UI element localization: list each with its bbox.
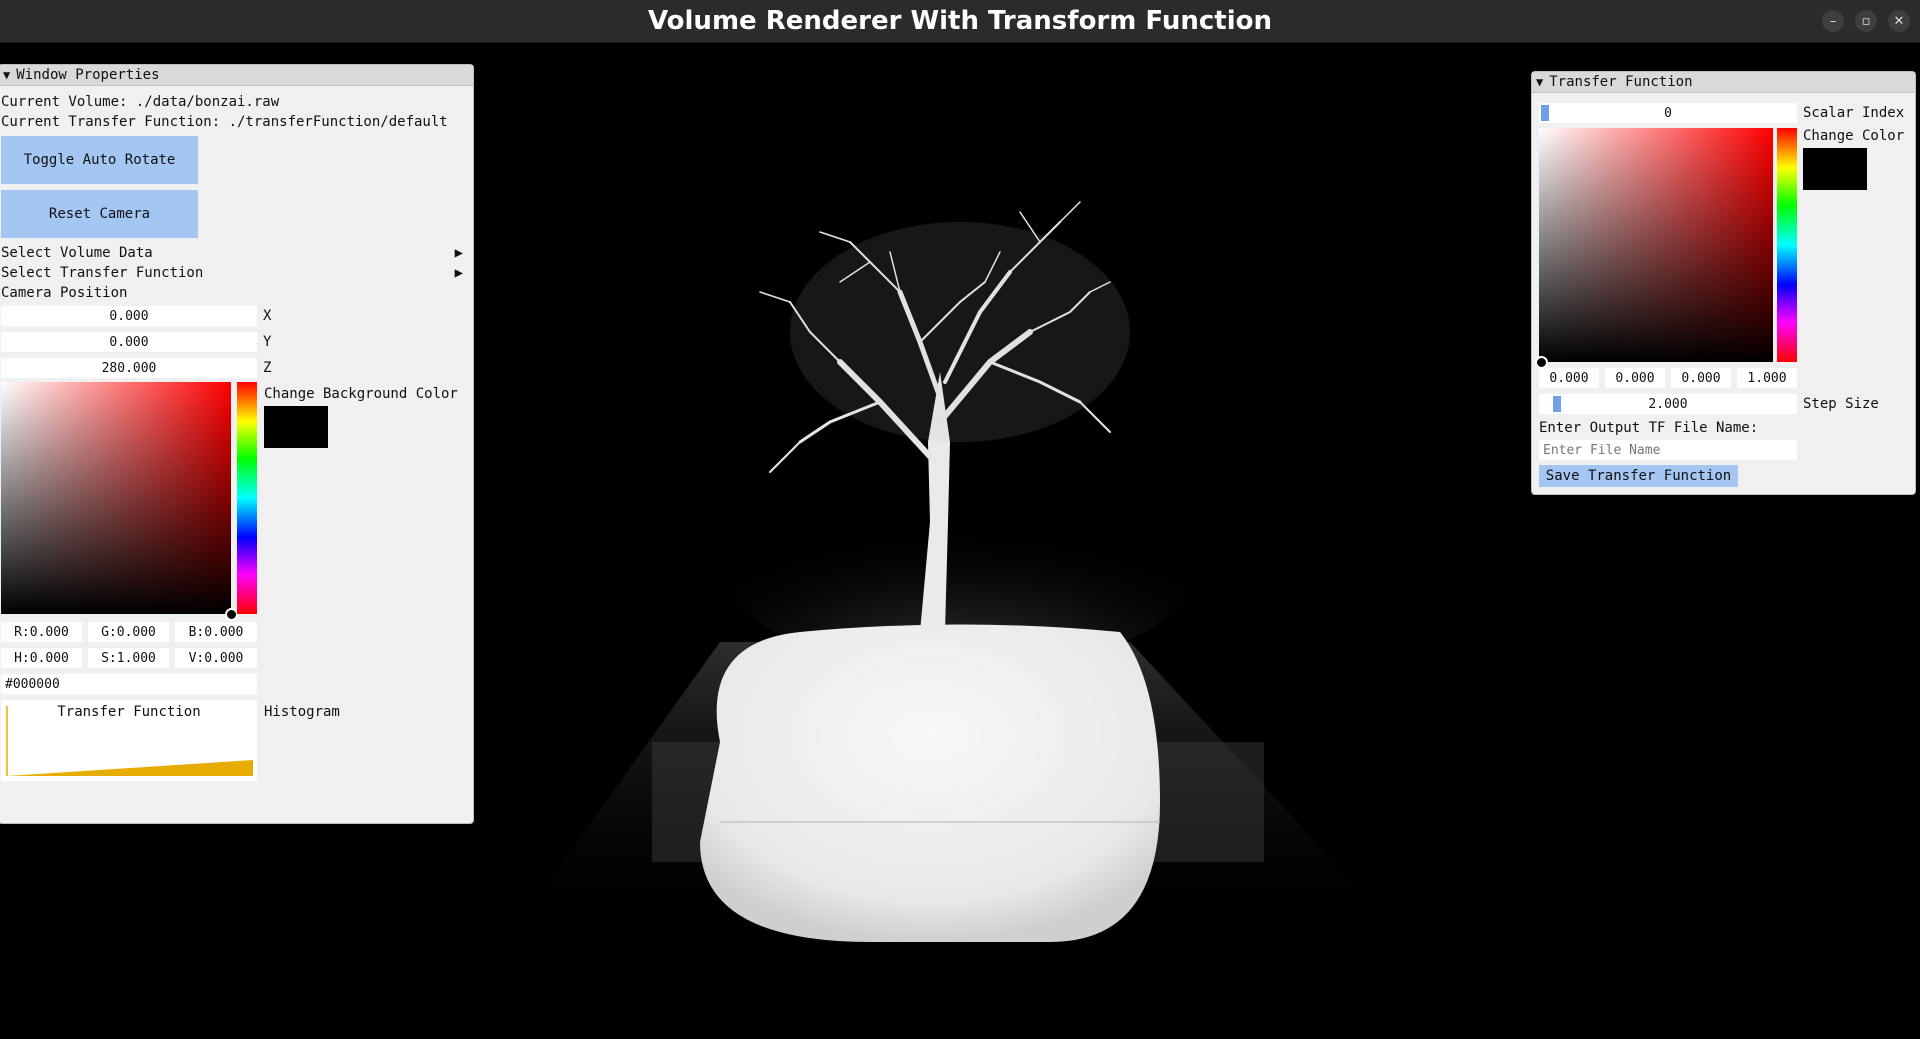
camera-x-label: X — [263, 308, 272, 324]
hue-value-input[interactable]: H:0.000 — [1, 648, 82, 668]
current-volume-text: Current Volume: ./data/bonzai.raw — [1, 94, 280, 110]
slider-grab-icon[interactable] — [1553, 396, 1561, 412]
camera-y-label: Y — [263, 334, 272, 350]
scalar-index-label: Scalar Index — [1803, 105, 1905, 121]
window-properties-panel: ▼ Window Properties Current Volume: ./da… — [0, 64, 474, 824]
render-viewport[interactable]: ▼ Window Properties Current Volume: ./da… — [0, 42, 1920, 1039]
camera-z-label: Z — [263, 360, 272, 376]
window-title: Volume Renderer With Transform Function — [647, 6, 1273, 36]
blue-value-input[interactable]: B:0.000 — [175, 622, 257, 642]
window-properties-header[interactable]: ▼ Window Properties — [0, 65, 473, 86]
file-name-input[interactable] — [1539, 440, 1797, 460]
tf-plot[interactable]: Transfer Function — [1, 700, 257, 781]
tf-color-sv-picker[interactable] — [1535, 128, 1773, 369]
tf-hue-slider[interactable] — [1777, 128, 1797, 362]
select-volume-label: Select Volume Data — [1, 245, 153, 261]
camera-position-label: Camera Position — [1, 285, 128, 301]
tf-red-input[interactable]: 0.000 — [1539, 368, 1599, 388]
select-tf-menu[interactable]: Select Transfer Function ▶ — [1, 265, 463, 281]
transfer-function-header[interactable]: ▼ Transfer Function — [1532, 72, 1915, 93]
scalar-index-slider[interactable]: 0 — [1539, 103, 1797, 123]
bg-color-sv-picker[interactable] — [1, 382, 238, 621]
title-bar: Volume Renderer With Transform Function … — [0, 0, 1920, 43]
collapse-arrow-icon[interactable]: ▼ — [1536, 75, 1543, 89]
bg-color-label: Change Background Color — [264, 386, 458, 402]
tf-curve — [6, 706, 253, 776]
histogram-label: Histogram — [264, 704, 340, 720]
tf-blue-input[interactable]: 0.000 — [1671, 368, 1731, 388]
step-size-label: Step Size — [1803, 396, 1879, 412]
tf-alpha-input[interactable]: 1.000 — [1737, 368, 1797, 388]
reset-camera-button[interactable]: Reset Camera — [1, 190, 198, 238]
bg-color-swatch[interactable] — [264, 406, 328, 448]
slider-grab-icon[interactable] — [1541, 105, 1549, 121]
select-volume-menu[interactable]: Select Volume Data ▶ — [1, 245, 463, 261]
red-value-input[interactable]: R:0.000 — [1, 622, 82, 642]
step-size-value: 2.000 — [1648, 396, 1688, 412]
hex-input[interactable]: #000000 — [1, 674, 257, 694]
tf-green-input[interactable]: 0.000 — [1605, 368, 1665, 388]
output-file-label: Enter Output TF File Name: — [1539, 420, 1759, 436]
window-properties-title: Window Properties — [16, 67, 160, 83]
minimize-button[interactable]: – — [1822, 10, 1844, 32]
toggle-auto-rotate-button[interactable]: Toggle Auto Rotate — [1, 136, 198, 184]
tf-color-swatch[interactable] — [1803, 148, 1867, 190]
green-value-input[interactable]: G:0.000 — [88, 622, 169, 642]
select-tf-label: Select Transfer Function — [1, 265, 204, 281]
camera-y-input[interactable]: 0.000 — [1, 332, 257, 352]
value-value-input[interactable]: V:0.000 — [175, 648, 257, 668]
bg-hue-slider[interactable] — [237, 382, 257, 614]
saturation-value-input[interactable]: S:1.000 — [88, 648, 169, 668]
change-color-label: Change Color — [1803, 128, 1905, 144]
camera-z-input[interactable]: 280.000 — [1, 358, 257, 378]
current-tf-text: Current Transfer Function: ./transferFun… — [1, 114, 448, 130]
submenu-arrow-icon: ▶ — [454, 265, 463, 281]
restore-button[interactable]: ▫ — [1855, 10, 1877, 32]
save-transfer-function-button[interactable]: Save Transfer Function — [1539, 465, 1738, 487]
submenu-arrow-icon: ▶ — [454, 245, 463, 261]
transfer-function-title: Transfer Function — [1549, 74, 1693, 90]
collapse-arrow-icon[interactable]: ▼ — [3, 68, 10, 82]
step-size-slider[interactable]: 2.000 — [1539, 394, 1797, 414]
close-button[interactable]: ✕ — [1888, 10, 1910, 32]
scalar-index-value: 0 — [1664, 105, 1672, 121]
camera-x-input[interactable]: 0.000 — [1, 306, 257, 326]
transfer-function-panel: ▼ Transfer Function 0 Scalar Index Chang… — [1531, 71, 1916, 495]
